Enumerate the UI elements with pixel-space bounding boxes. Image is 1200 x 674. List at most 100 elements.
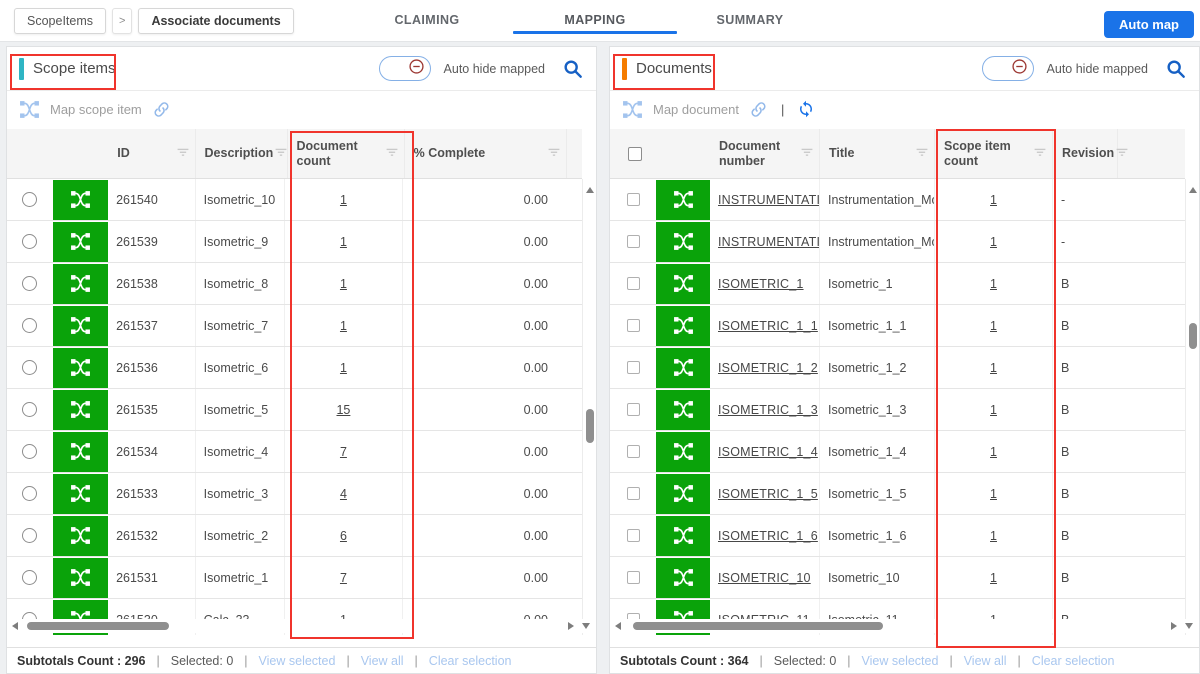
- scope-item-count-link[interactable]: 1: [990, 361, 997, 375]
- scope-item-count-link[interactable]: 1: [990, 193, 997, 207]
- horizontal-scroll-thumb[interactable]: [633, 622, 883, 630]
- document-count-link[interactable]: 4: [340, 487, 347, 501]
- scroll-right-icon[interactable]: [1171, 622, 1177, 630]
- row-radio[interactable]: [22, 276, 37, 291]
- view-selected-link[interactable]: View selected: [862, 654, 939, 668]
- row-radio[interactable]: [22, 528, 37, 543]
- scope-item-count-link[interactable]: 1: [990, 487, 997, 501]
- filter-icon[interactable]: [275, 146, 287, 160]
- document-count-link[interactable]: 6: [340, 529, 347, 543]
- document-count-link[interactable]: 1: [340, 319, 347, 333]
- search-icon[interactable]: [562, 58, 584, 80]
- row-checkbox[interactable]: [627, 529, 640, 542]
- refresh-icon[interactable]: [797, 100, 815, 118]
- vertical-scrollbar[interactable]: [1185, 179, 1199, 635]
- breadcrumb-associate-documents[interactable]: Associate documents: [138, 8, 293, 34]
- mapped-indicator-icon[interactable]: [656, 222, 710, 262]
- document-number-link[interactable]: ISOMETRIC_1_1: [718, 319, 818, 333]
- mapped-indicator-icon[interactable]: [53, 306, 108, 346]
- mapped-indicator-icon[interactable]: [656, 306, 710, 346]
- scroll-up-icon[interactable]: [1189, 187, 1197, 193]
- row-radio[interactable]: [22, 360, 37, 375]
- document-count-link[interactable]: 7: [340, 445, 347, 459]
- map-icon[interactable]: [19, 99, 40, 120]
- mapped-indicator-icon[interactable]: [53, 348, 108, 388]
- map-icon[interactable]: [622, 99, 643, 120]
- auto-hide-mapped-toggle[interactable]: [982, 56, 1034, 81]
- horizontal-scroll-thumb[interactable]: [27, 622, 169, 630]
- scope-item-count-link[interactable]: 1: [990, 571, 997, 585]
- row-radio[interactable]: [22, 234, 37, 249]
- document-count-link[interactable]: 1: [340, 361, 347, 375]
- scroll-right-icon[interactable]: [568, 622, 574, 630]
- row-radio[interactable]: [22, 318, 37, 333]
- row-checkbox[interactable]: [627, 319, 640, 332]
- filter-icon[interactable]: [548, 146, 560, 160]
- document-count-link[interactable]: 1: [340, 277, 347, 291]
- clear-selection-link[interactable]: Clear selection: [429, 654, 512, 668]
- row-checkbox[interactable]: [627, 193, 640, 206]
- scroll-down-icon[interactable]: [582, 623, 590, 629]
- document-count-link[interactable]: 15: [336, 403, 350, 417]
- scroll-up-icon[interactable]: [586, 187, 594, 193]
- row-checkbox[interactable]: [627, 277, 640, 290]
- row-checkbox[interactable]: [627, 235, 640, 248]
- document-number-link[interactable]: INSTRUMENTATION...: [718, 193, 820, 207]
- document-count-link[interactable]: 7: [340, 571, 347, 585]
- tab-summary[interactable]: SUMMARY: [717, 13, 784, 27]
- scope-item-count-link[interactable]: 1: [990, 277, 997, 291]
- row-checkbox[interactable]: [627, 361, 640, 374]
- auto-hide-mapped-toggle[interactable]: [379, 56, 431, 81]
- scroll-down-icon[interactable]: [1185, 623, 1193, 629]
- view-all-link[interactable]: View all: [361, 654, 404, 668]
- document-number-link[interactable]: ISOMETRIC_10: [718, 571, 811, 585]
- row-checkbox[interactable]: [627, 487, 640, 500]
- vertical-scroll-thumb[interactable]: [1189, 323, 1197, 349]
- mapped-indicator-icon[interactable]: [656, 390, 710, 430]
- row-checkbox[interactable]: [627, 403, 640, 416]
- filter-icon[interactable]: [916, 146, 928, 160]
- document-number-link[interactable]: ISOMETRIC_1_6: [718, 529, 818, 543]
- link-icon[interactable]: [749, 100, 768, 119]
- mapped-indicator-icon[interactable]: [53, 516, 108, 556]
- row-radio[interactable]: [22, 570, 37, 585]
- mapped-indicator-icon[interactable]: [53, 390, 108, 430]
- mapped-indicator-icon[interactable]: [656, 516, 710, 556]
- mapped-indicator-icon[interactable]: [53, 558, 108, 598]
- scope-item-count-link[interactable]: 1: [990, 529, 997, 543]
- mapped-indicator-icon[interactable]: [656, 474, 710, 514]
- document-count-link[interactable]: 1: [340, 235, 347, 249]
- breadcrumb-scopeitems[interactable]: ScopeItems: [14, 8, 106, 34]
- row-radio[interactable]: [22, 402, 37, 417]
- view-all-link[interactable]: View all: [964, 654, 1007, 668]
- scope-item-count-link[interactable]: 1: [990, 235, 997, 249]
- document-count-link[interactable]: 1: [340, 193, 347, 207]
- document-number-link[interactable]: ISOMETRIC_1_4: [718, 445, 818, 459]
- scroll-left-icon[interactable]: [615, 622, 621, 630]
- scroll-left-icon[interactable]: [12, 622, 18, 630]
- row-radio[interactable]: [22, 192, 37, 207]
- view-selected-link[interactable]: View selected: [259, 654, 336, 668]
- mapped-indicator-icon[interactable]: [656, 432, 710, 472]
- scope-item-count-link[interactable]: 1: [990, 403, 997, 417]
- scope-item-count-link[interactable]: 1: [990, 445, 997, 459]
- row-radio[interactable]: [22, 444, 37, 459]
- mapped-indicator-icon[interactable]: [53, 222, 108, 262]
- filter-icon[interactable]: [177, 146, 189, 160]
- filter-icon[interactable]: [1034, 146, 1046, 160]
- document-number-link[interactable]: INSTRUMENTATION...: [718, 235, 820, 249]
- row-radio[interactable]: [22, 486, 37, 501]
- clear-selection-link[interactable]: Clear selection: [1032, 654, 1115, 668]
- document-number-link[interactable]: ISOMETRIC_1: [718, 277, 804, 291]
- filter-icon[interactable]: [386, 146, 398, 160]
- row-checkbox[interactable]: [627, 445, 640, 458]
- document-number-link[interactable]: ISOMETRIC_1_5: [718, 487, 818, 501]
- search-icon[interactable]: [1165, 58, 1187, 80]
- scope-item-count-link[interactable]: 1: [990, 319, 997, 333]
- tab-mapping[interactable]: MAPPING: [564, 13, 625, 27]
- tab-claiming[interactable]: CLAIMING: [395, 13, 460, 27]
- link-icon[interactable]: [152, 100, 171, 119]
- row-checkbox[interactable]: [627, 571, 640, 584]
- select-all-checkbox[interactable]: [628, 147, 642, 161]
- mapped-indicator-icon[interactable]: [53, 180, 108, 220]
